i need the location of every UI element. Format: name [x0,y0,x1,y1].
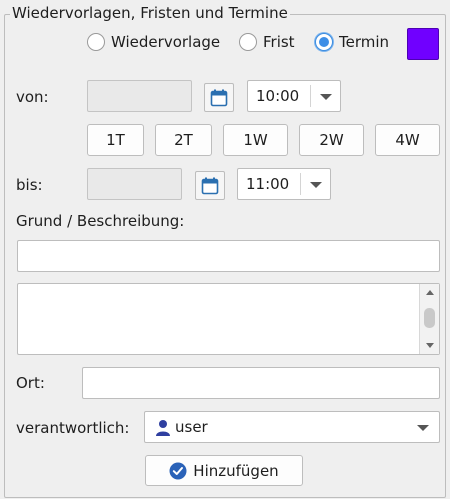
bis-calendar-button[interactable] [195,171,225,200]
description-textarea[interactable] [17,283,440,355]
description-scrollbar[interactable] [419,284,439,354]
radio-termin-label[interactable]: Termin [339,32,389,52]
chevron-down-icon [310,182,322,188]
ort-label: Ort: [16,374,45,392]
bis-time-value: 11:00 [246,175,290,193]
color-swatch-button[interactable] [407,28,439,60]
von-calendar-button[interactable] [204,83,234,112]
responsible-label: verantwortlich: [16,419,130,437]
radio-frist[interactable] [239,33,257,51]
quick-1w-button[interactable]: 1W [223,124,288,156]
radio-wiedervorlage-label[interactable]: Wiedervorlage [111,32,220,52]
von-label: von: [16,88,49,106]
radio-termin[interactable] [315,33,333,51]
chevron-down-icon [417,425,429,431]
responsible-combo[interactable]: user [144,411,440,443]
von-time-combo[interactable]: 10:00 [247,80,341,112]
add-button[interactable]: Hinzufügen [145,455,303,486]
von-date-field[interactable] [87,80,192,112]
calendar-icon [201,177,219,194]
bis-label: bis: [16,176,43,194]
reason-label: Grund / Beschreibung: [16,212,185,230]
calendar-icon [210,89,228,106]
bis-date-field[interactable] [87,168,182,200]
quick-2t-button[interactable]: 2T [155,124,212,156]
quick-1t-button[interactable]: 1T [87,124,144,156]
reason-input[interactable] [17,240,440,272]
radio-wiedervorlage[interactable] [87,33,105,51]
bis-time-combo[interactable]: 11:00 [237,168,331,200]
quick-4w-button[interactable]: 4W [375,124,440,156]
ort-input[interactable] [82,367,440,399]
group-title: Wiedervorlagen, Fristen und Termine [10,4,290,22]
user-icon [156,420,170,436]
responsible-value: user [175,418,208,436]
scroll-up-icon[interactable] [426,290,434,295]
add-button-label: Hinzufügen [193,461,279,480]
scroll-thumb[interactable] [424,308,435,328]
radio-frist-label[interactable]: Frist [263,32,295,52]
scroll-down-icon[interactable] [426,343,434,348]
check-circle-icon [169,462,187,479]
chevron-down-icon [320,94,332,100]
von-time-value: 10:00 [256,87,300,105]
quick-2w-button[interactable]: 2W [299,124,364,156]
